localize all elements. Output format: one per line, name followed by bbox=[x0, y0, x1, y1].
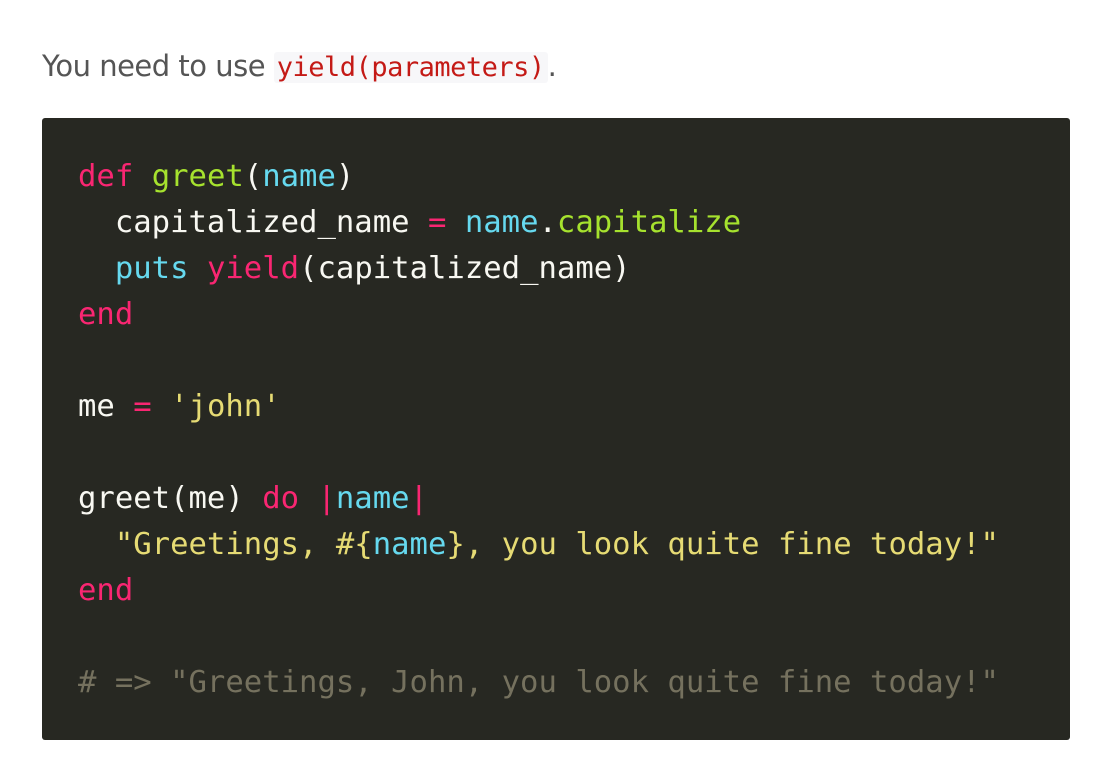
code-token: } bbox=[446, 527, 465, 562]
code-token: name bbox=[372, 527, 447, 562]
code-token: = bbox=[427, 205, 447, 240]
code-token: | bbox=[317, 481, 336, 516]
code-line: end bbox=[78, 568, 1034, 614]
code-token: capitalized_name bbox=[78, 205, 428, 240]
intro-paragraph: You need to use yield(parameters). bbox=[42, 44, 557, 90]
code-line: end bbox=[78, 292, 1034, 338]
code-token: "Greetings, bbox=[114, 527, 336, 562]
code-token: ) bbox=[335, 159, 355, 194]
code-token: me bbox=[78, 389, 134, 424]
code-token: do bbox=[262, 481, 300, 516]
code-token: name bbox=[262, 159, 336, 194]
code-token: greet bbox=[151, 159, 244, 194]
code-token: . bbox=[538, 205, 557, 240]
code-token: yield bbox=[206, 251, 300, 286]
code-token: capitalize bbox=[556, 205, 742, 240]
code-token: #{ bbox=[335, 527, 373, 562]
code-block: def greet(name) capitalized_name = name.… bbox=[42, 118, 1070, 740]
code-token: = bbox=[133, 389, 152, 424]
code-token: 'john' bbox=[170, 389, 281, 424]
code-token: , you look quite fine today!" bbox=[464, 527, 999, 562]
code-content: def greet(name) capitalized_name = name.… bbox=[78, 154, 1034, 706]
code-line: "Greetings, #{name}, you look quite fine… bbox=[78, 522, 1034, 568]
code-token: greet(me) bbox=[78, 481, 263, 516]
code-line: capitalized_name = name.capitalize bbox=[78, 200, 1034, 246]
code-token: ( bbox=[243, 159, 263, 194]
code-token: | bbox=[409, 481, 428, 516]
intro-text-before: You need to use bbox=[42, 49, 274, 83]
code-line: # => "Greetings, John, you look quite fi… bbox=[78, 660, 1034, 706]
code-line: puts yield(capitalized_name) bbox=[78, 246, 1034, 292]
code-token: end bbox=[78, 297, 134, 332]
intro-text-after: . bbox=[547, 49, 557, 83]
code-line: greet(me) do |name| bbox=[78, 476, 1034, 522]
code-token: def bbox=[78, 159, 134, 194]
code-token: # => "Greetings, John, you look quite fi… bbox=[78, 665, 999, 700]
code-token: (capitalized_name) bbox=[299, 251, 631, 286]
code-line: me = 'john' bbox=[78, 384, 1034, 430]
code-token: name bbox=[464, 205, 539, 240]
code-line: def greet(name) bbox=[78, 154, 1034, 200]
inline-code: yield(parameters) bbox=[273, 52, 548, 83]
code-token: puts bbox=[114, 251, 189, 286]
code-token: name bbox=[335, 481, 410, 516]
code-token: end bbox=[78, 573, 134, 608]
